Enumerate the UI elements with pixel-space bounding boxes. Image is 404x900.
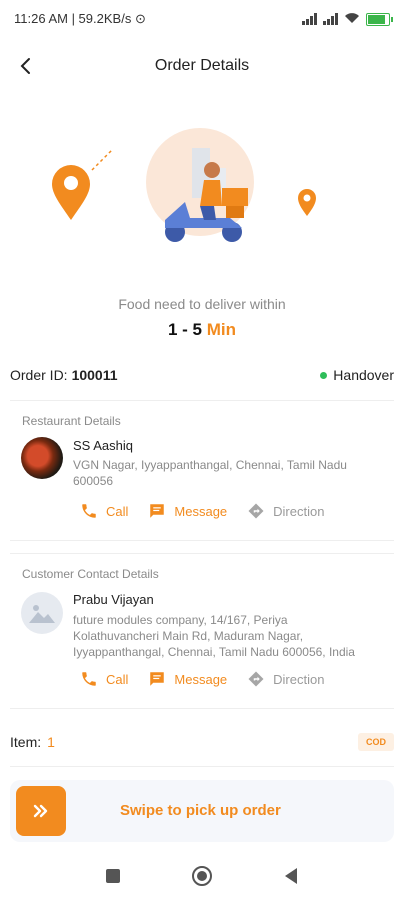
customer-message-button[interactable]: Message <box>148 670 227 688</box>
restaurant-avatar <box>21 437 63 479</box>
delivery-window-time: 1 - 5 Min <box>0 320 404 340</box>
status-time-speed: 11:26 AM | 59.2KB/s ⊙ <box>14 11 146 26</box>
restaurant-call-button[interactable]: Call <box>80 502 128 520</box>
phone-icon <box>82 504 96 518</box>
delivery-illustration <box>52 128 316 242</box>
sync-icon: ⊙ <box>134 11 146 26</box>
status-dot-icon <box>320 371 328 379</box>
direction-icon <box>248 503 264 519</box>
back-arrow-icon <box>20 58 30 74</box>
page-title: Order Details <box>154 57 250 74</box>
signal-icon <box>302 13 317 25</box>
direction-icon <box>248 671 264 687</box>
back-nav-icon[interactable] <box>283 867 299 885</box>
order-info-row: Order ID: 100011 Handover <box>0 360 404 390</box>
customer-section-title: Customer Contact Details <box>22 567 159 581</box>
delivery-window-label: Food need to deliver within <box>118 296 286 312</box>
divider <box>10 553 394 554</box>
location-pin-icon <box>298 189 316 216</box>
divider <box>10 708 394 709</box>
payment-badge: COD <box>358 733 394 751</box>
app-header: Order Details <box>0 38 404 94</box>
signal-icon <box>323 13 338 25</box>
customer-actions: Call Message Direction <box>80 670 324 688</box>
delivery-unit: Min <box>206 320 237 339</box>
item-count: 1 <box>47 734 55 750</box>
customer-direction-button[interactable]: Direction <box>247 670 324 688</box>
location-pin-icon <box>52 165 90 220</box>
system-nav-bar <box>0 852 404 900</box>
customer-name: Prabu Vijayan <box>73 592 154 607</box>
order-status: Handover <box>320 367 394 383</box>
restaurant-address: VGN Nagar, Iyyappanthangal, Chennai, Tam… <box>73 458 347 488</box>
restaurant-message-button[interactable]: Message <box>148 502 227 520</box>
back-button[interactable] <box>12 52 40 80</box>
divider <box>10 400 394 401</box>
message-icon <box>150 504 165 518</box>
image-placeholder-icon <box>29 605 55 623</box>
restaurant-direction-button[interactable]: Direction <box>247 502 324 520</box>
customer-address: future modules company, 14/167, Periya K… <box>73 613 355 659</box>
message-icon <box>150 672 165 686</box>
item-summary-row: Item: 1 COD <box>10 730 394 754</box>
order-id: Order ID: 100011 <box>10 367 118 383</box>
customer-avatar <box>21 592 63 634</box>
swipe-to-pickup-slider[interactable]: Swipe to pick up order <box>10 780 394 842</box>
double-chevron-right-icon <box>33 804 48 818</box>
swipe-handle[interactable] <box>16 786 66 836</box>
restaurant-actions: Call Message Direction <box>80 502 324 520</box>
restaurant-name: SS Aashiq <box>73 438 133 453</box>
restaurant-section-title: Restaurant Details <box>22 414 121 428</box>
order-id-value: 100011 <box>71 367 118 383</box>
home-icon[interactable] <box>191 865 213 887</box>
battery-icon <box>366 12 393 26</box>
status-icons <box>302 12 393 27</box>
recents-icon[interactable] <box>105 868 121 884</box>
swipe-label: Swipe to pick up order <box>120 802 281 819</box>
phone-icon <box>82 672 96 686</box>
delivery-range: 1 - 5 <box>167 320 202 339</box>
wifi-icon <box>344 12 360 27</box>
item-count-label: Item: 1 <box>10 734 55 750</box>
customer-call-button[interactable]: Call <box>80 670 128 688</box>
divider <box>10 540 394 541</box>
divider <box>10 766 394 767</box>
status-bar: 11:26 AM | 59.2KB/s ⊙ <box>0 0 404 38</box>
